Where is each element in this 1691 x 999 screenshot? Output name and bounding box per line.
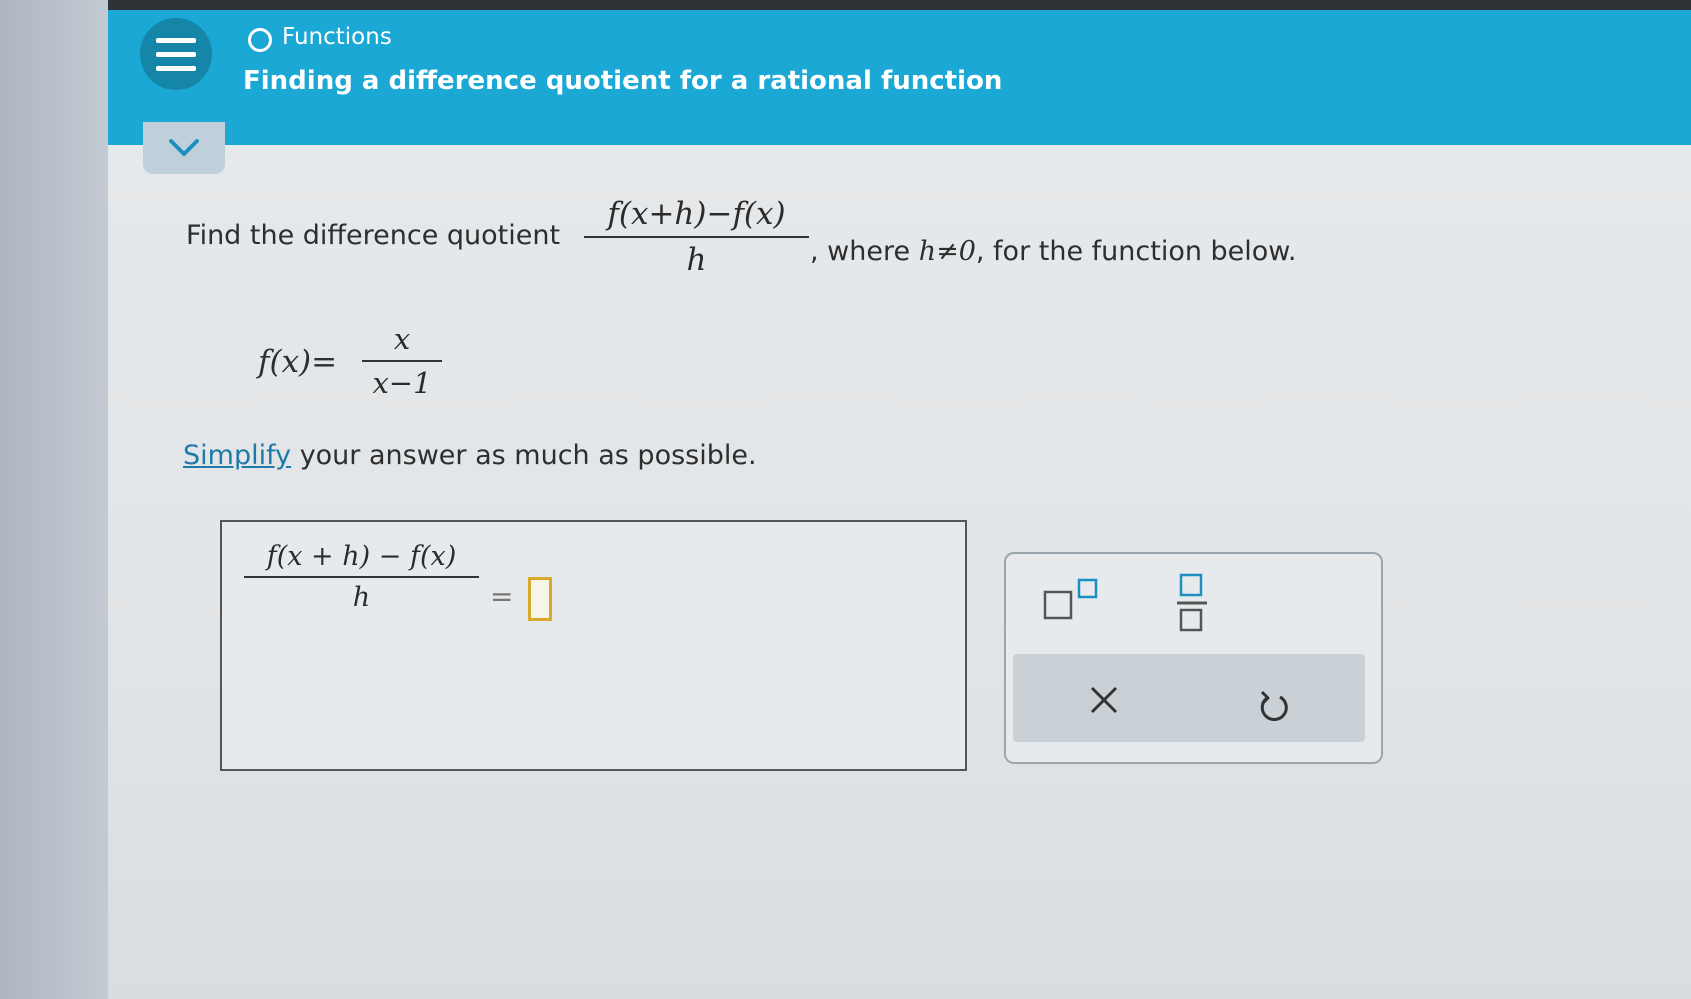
topic-circle-icon — [248, 28, 272, 52]
left-margin — [0, 0, 108, 999]
function-numerator: x — [393, 322, 411, 356]
superscript-icon — [1043, 578, 1098, 620]
page-title: Finding a difference quotient for a rati… — [243, 66, 1003, 96]
superscript-button[interactable] — [1043, 578, 1101, 622]
fraction-bar — [584, 236, 809, 238]
answer-lhs: f(x + h) − f(x) h — [244, 541, 479, 613]
where-text: , where — [810, 236, 919, 267]
clear-button[interactable] — [1084, 680, 1124, 720]
function-denominator: x−1 — [372, 366, 432, 400]
quotient-denominator: h — [686, 242, 707, 278]
undo-button[interactable] — [1256, 686, 1292, 726]
difference-quotient: f(x+h)−f(x) h — [584, 196, 809, 278]
instruction-text: your answer as much as possible. — [299, 440, 757, 471]
collapse-toggle[interactable] — [143, 122, 225, 174]
fraction-bar — [244, 576, 479, 578]
menu-button[interactable] — [140, 18, 212, 90]
action-row — [1013, 654, 1365, 742]
instruction-line: Simplify your answer as much as possible… — [183, 440, 757, 471]
question-intro: Find the difference quotient — [186, 220, 561, 251]
function-fraction: x x−1 — [362, 322, 442, 400]
question-suffix: , for the function below. — [975, 236, 1297, 267]
quotient-numerator: f(x+h)−f(x) — [607, 196, 786, 232]
undo-icon — [1260, 690, 1288, 722]
topic-label: Functions — [282, 24, 392, 50]
fraction-button[interactable] — [1174, 573, 1210, 633]
answer-denominator: h — [352, 582, 371, 613]
equals-sign: = — [490, 580, 514, 613]
answer-numerator: f(x + h) − f(x) — [266, 541, 457, 572]
fraction-icon — [1177, 573, 1207, 632]
simplify-link[interactable]: Simplify — [183, 440, 291, 471]
close-icon — [1090, 686, 1118, 714]
chevron-down-icon — [169, 139, 199, 156]
question-condition-line: , where h≠0, for the function below. — [810, 236, 1297, 267]
answer-input[interactable] — [528, 577, 552, 621]
function-lhs: f(x)= — [258, 344, 338, 380]
h-condition: h≠0 — [918, 236, 976, 267]
fraction-bar — [362, 360, 442, 362]
menu-line-icon — [156, 51, 196, 57]
menu-line-icon — [156, 65, 196, 71]
menu-line-icon — [156, 37, 196, 43]
